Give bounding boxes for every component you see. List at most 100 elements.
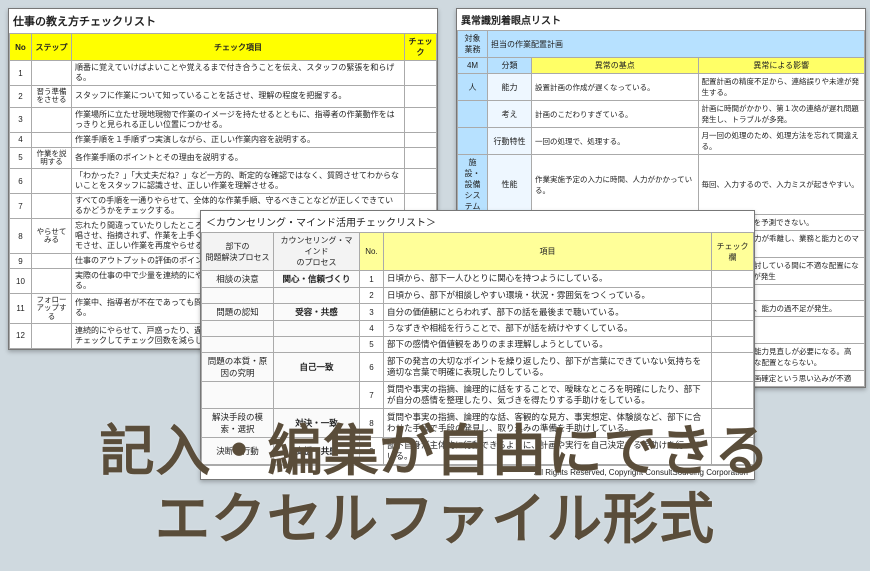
cell-no: 6 (360, 353, 384, 382)
cell-no: 5 (360, 337, 384, 353)
cell-no: 1 (360, 271, 384, 288)
cell-no: 8 (360, 409, 384, 438)
col-proc: 部下の 問題解決プロセス (202, 233, 274, 271)
cell-base: 作業実施予定の入力に時間、人力がかかっている。 (532, 155, 699, 215)
cell-no: 6 (10, 169, 32, 194)
cell-mind (274, 337, 360, 353)
table-row: 考え 計画のこだわりすぎている。 計画に時間がかかり、第１次の連絡が遅れ問題発生… (458, 101, 865, 128)
cell-mind: 対決・一致 (274, 409, 360, 438)
cell-no: 11 (10, 294, 32, 324)
cell-4m (458, 128, 488, 155)
cell-item: スタッフに作業について知っていることを話させ、理解の程度を把握する。 (72, 86, 405, 108)
cell-item: 作業場所に立たせ現地現物で作業のイメージを持たせるとともに、指導者の作業動作をは… (72, 107, 405, 132)
cell-no: 9 (360, 438, 384, 465)
cell-check (712, 288, 754, 304)
table-row: 2 日頃から、部下が相談しやすい環境・状況・雰囲気をつくっている。 (202, 288, 754, 304)
cell-proc: 問題の本質・原因の究明 (202, 353, 274, 382)
cell-base: 計画のこだわりすぎている。 (532, 101, 699, 128)
cell-step (32, 323, 72, 348)
cell-no: 9 (10, 254, 32, 269)
col-cat: 分類 (488, 58, 532, 74)
sheet3-title: ＜カウンセリング・マインド活用チェックリスト＞ (201, 211, 754, 232)
cell-check (712, 353, 754, 382)
cell-step (32, 169, 72, 194)
col-check: チェック欄 (712, 233, 754, 271)
cell-item: 「わかった？」「大丈夫だね？」など一方的、断定的な確認ではなく、質問させてわから… (72, 169, 405, 194)
cell-mind (274, 382, 360, 409)
col-no: No. (360, 233, 384, 271)
table-row: 問題の本質・原因の究明 自己一致 6 部下の発言の大切なポイントを繰り返したり、… (202, 353, 754, 382)
cell-check (405, 147, 437, 169)
cell-no: 2 (360, 288, 384, 304)
cell-no: 10 (10, 269, 32, 294)
cell-item: 順番に覚えていけばよいことや覚えるまで付き合うことを伝え、スタッフの緊張を和らげ… (72, 61, 405, 86)
table-row: 施設・設備システム 性能 作業実施予定の入力に時間、人力がかかっている。 毎回、… (458, 155, 865, 215)
cell-no: 8 (10, 219, 32, 254)
table-row: 7 質問や事実の指摘、論理的に話をすることで、曖昧なところを明確にしたり、部下が… (202, 382, 754, 409)
cell-mind: 支援・共感 (274, 438, 360, 465)
cell-effect: 配置計画の精度不足から、連絡誤りや未達が発生する。 (698, 74, 865, 101)
table-row: 4 作業手順を１手順ずつ実演しながら、正しい作業内容を説明する。 (10, 132, 437, 147)
overlay-line2: エクセルファイル形式 (0, 490, 870, 549)
cell-item: 部下自身が主体的に行動できるように、計画や実行を自己決定する手助けを行っている。 (384, 438, 712, 465)
cell-4m: 施設・設備システム (458, 155, 488, 215)
cell-item: 部下の発言の大切なポイントを繰り返したり、部下が言葉にできていない気持ちを適切な… (384, 353, 712, 382)
table-row: 5 作業を説明する 各作業手順のポイントとその理由を説明する。 (10, 147, 437, 169)
col-no: No (10, 34, 32, 61)
cell-item: 自分の価値観にとらわれず、部下の話を最後まで聴いている。 (384, 304, 712, 321)
cell-effect: 毎回、入力するので、入力ミスが起きやすい。 (698, 155, 865, 215)
sheet3-footer: All Rights Reserved, Copyright ConsultSo… (201, 465, 754, 479)
cell-check (712, 304, 754, 321)
cell-proc (202, 337, 274, 353)
cell-mind: 関心・信頼づくり (274, 271, 360, 288)
cell-no: 12 (10, 323, 32, 348)
col-base: 異常の基点 (532, 58, 699, 74)
col-mind: カウンセリング・マインド のプロセス (274, 233, 360, 271)
cell-check (712, 271, 754, 288)
cell-proc: 相談の決意 (202, 271, 274, 288)
cell-proc: 決断・行動 (202, 438, 274, 465)
cell-item: 質問や事実の指摘、論理的に話をすることで、曖昧なところを明確にしたり、部下が自分… (384, 382, 712, 409)
cell-step (32, 269, 72, 294)
cell-no: 2 (10, 86, 32, 108)
col-4m: 4M (458, 58, 488, 74)
col-item: チェック項目 (72, 34, 405, 61)
cell-step (32, 132, 72, 147)
cell-mind: 自己一致 (274, 353, 360, 382)
col-item: 項目 (384, 233, 712, 271)
cell-check (405, 132, 437, 147)
cell-mind (274, 321, 360, 337)
cell-4m (458, 101, 488, 128)
cell-no: 1 (10, 61, 32, 86)
cell-4m: 人 (458, 74, 488, 101)
col-step: ステップ (32, 34, 72, 61)
cell-effect: 計画に時間がかかり、第１次の連絡が遅れ問題発生し、トラブルが多発。 (698, 101, 865, 128)
cell-check (405, 169, 437, 194)
cell-check (405, 107, 437, 132)
cell-item: 日頃から、部下が相談しやすい環境・状況・雰囲気をつくっている。 (384, 288, 712, 304)
cell-no: 3 (10, 107, 32, 132)
cell-item: 各作業手順のポイントとその理由を説明する。 (72, 147, 405, 169)
counseling-checklist-sheet: ＜カウンセリング・マインド活用チェックリスト＞ 部下の 問題解決プロセス カウン… (200, 210, 755, 480)
cell-step (32, 107, 72, 132)
table-row: 問題の認知 受容・共感 3 自分の価値観にとらわれず、部下の話を最後まで聴いてい… (202, 304, 754, 321)
cell-step (32, 254, 72, 269)
cell-item: 作業手順を１手順ずつ実演しながら、正しい作業内容を説明する。 (72, 132, 405, 147)
cell-no: 7 (360, 382, 384, 409)
cell-no: 3 (360, 304, 384, 321)
cell-cat: 性能 (488, 155, 532, 215)
cell-no: 4 (360, 321, 384, 337)
sheet1-title: 仕事の教え方チェックリスト (9, 9, 437, 33)
cell-item: 部下の感情や価値観をありのまま理解しようとしている。 (384, 337, 712, 353)
cell-proc (202, 321, 274, 337)
sheet2-title: 異常識別着眼点リスト (457, 9, 865, 30)
cell-item: 質問や事実の指摘、論理的な話、客観的な見方、事実想定、体験談など、部下に合わせた… (384, 409, 712, 438)
cell-mind: 受容・共感 (274, 304, 360, 321)
table-row: 行動特性 一回の処理で、処理する。 月一回の処理のため、処理方法を忘れて間違える… (458, 128, 865, 155)
col-check: チェック (405, 34, 437, 61)
cell-item: うなずきや相槌を行うことで、部下が話を続けやすくしている。 (384, 321, 712, 337)
cell-check (405, 86, 437, 108)
cell-check (712, 382, 754, 409)
cell-proc: 解決手段の模索・選択 (202, 409, 274, 438)
cell-no: 7 (10, 194, 32, 219)
